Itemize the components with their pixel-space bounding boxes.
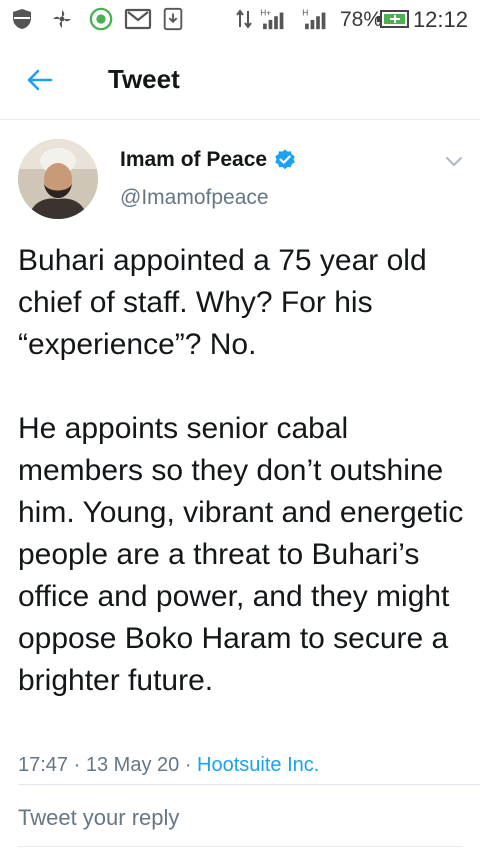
tweet-options-button[interactable]	[440, 150, 468, 174]
app-bar: Tweet	[0, 38, 480, 120]
tweet-meta: 17:47 · 13 May 20 · Hootsuite Inc.	[18, 754, 319, 777]
reply-input[interactable]: Tweet your reply	[18, 805, 463, 841]
signal-sim2-icon: H	[302, 7, 326, 30]
avatar-image	[18, 139, 98, 219]
chevron-down-icon	[446, 157, 462, 166]
shield-icon	[13, 9, 31, 29]
battery-icon	[377, 10, 409, 28]
clock: 12:12	[412, 7, 468, 32]
back-button[interactable]	[18, 60, 62, 100]
divider	[18, 846, 463, 847]
meta-separator: ·	[73, 754, 81, 776]
svg-text:H: H	[302, 7, 308, 17]
user-handle[interactable]: @Imamofpeace	[120, 186, 269, 210]
meta-separator: ·	[184, 754, 192, 776]
tweet-date: 13 May 20	[85, 754, 180, 776]
author-name-row[interactable]: Imam of Peace	[120, 148, 297, 172]
svg-text:H+: H+	[260, 7, 271, 17]
fan-icon	[53, 10, 71, 28]
data-transfer-icon	[236, 9, 252, 29]
back-arrow-icon	[27, 69, 53, 91]
divider	[18, 784, 480, 785]
download-icon	[163, 7, 183, 31]
tweet-text: Buhari appointed a 75 year old chief of …	[18, 244, 464, 697]
verified-badge-icon	[275, 149, 295, 170]
signal-sim1-icon: H+	[260, 7, 284, 30]
page-title: Tweet	[108, 64, 180, 94]
display-name[interactable]: Imam of Peace	[120, 148, 267, 172]
avatar[interactable]	[18, 139, 98, 219]
gmail-icon	[124, 8, 152, 30]
tweet-time: 17:47	[18, 754, 69, 776]
check-circle-icon	[89, 7, 113, 31]
status-bar: H+ H 78% 12:12	[0, 0, 480, 38]
tweet-source-link[interactable]: Hootsuite Inc.	[197, 754, 319, 776]
